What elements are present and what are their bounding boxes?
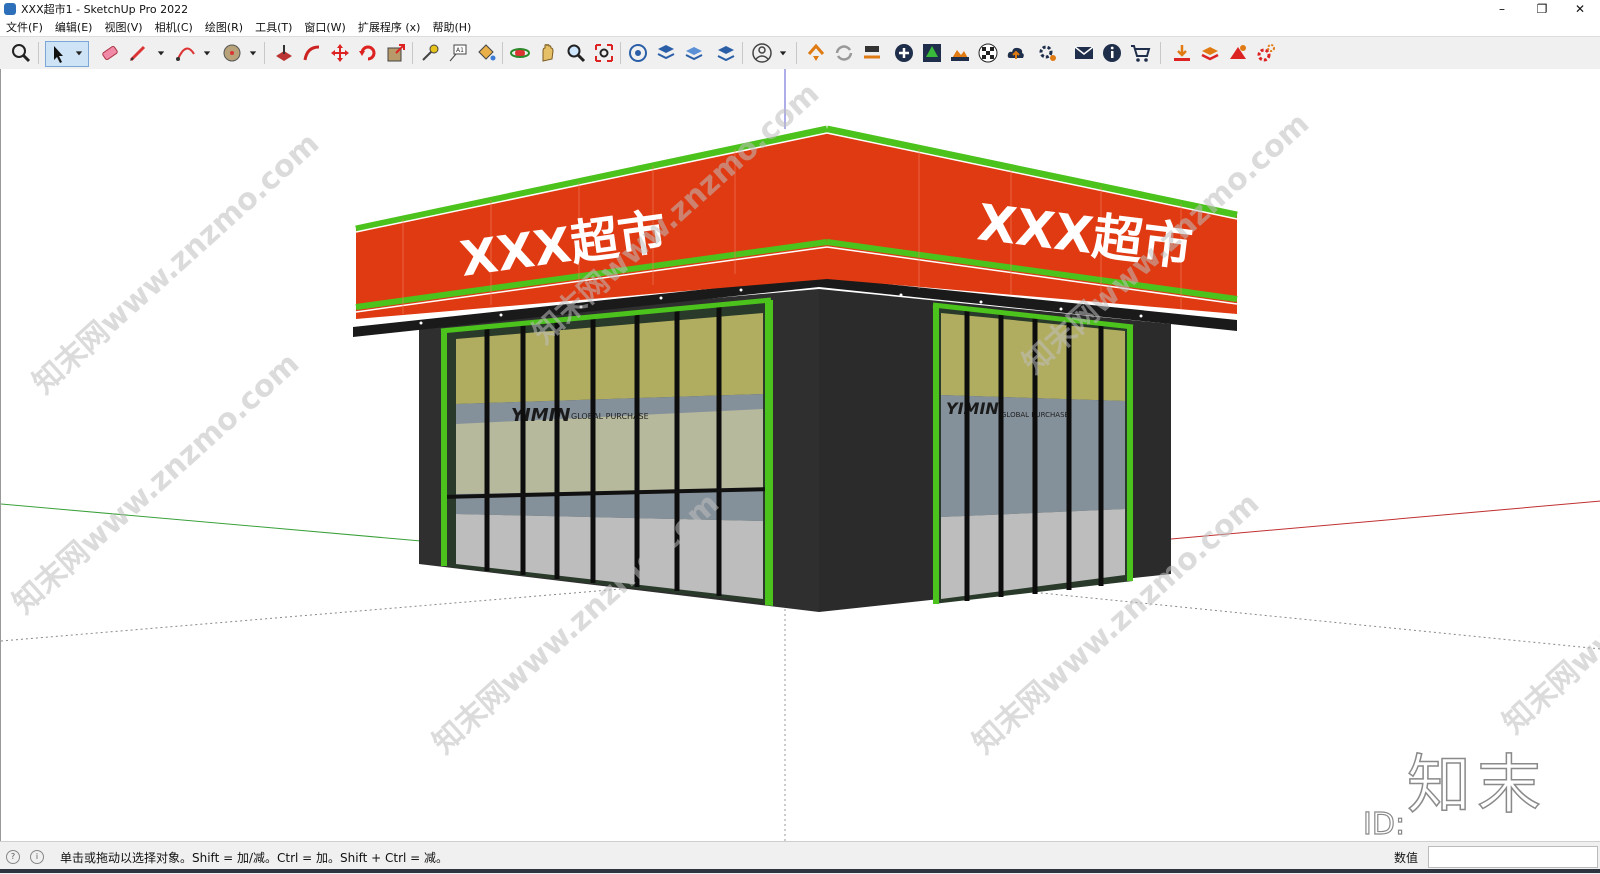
push-pull-icon[interactable] <box>272 41 296 65</box>
zoom-extents-icon[interactable] <box>592 41 616 65</box>
store-brand-text-right: YIMIN <box>946 399 999 418</box>
window-title: XXX超市1 - SketchUp Pro 2022 <box>21 3 189 16</box>
menu-view[interactable]: 视图(V) <box>98 19 148 35</box>
measurements-label: 数值 <box>1394 851 1419 865</box>
gear-icon[interactable] <box>1036 41 1060 65</box>
scale-icon[interactable] <box>384 41 408 65</box>
title-bar: XXX超市1 - SketchUp Pro 2022 – ❐ ✕ <box>0 0 1600 18</box>
menu-camera[interactable]: 相机(C) <box>149 19 199 35</box>
rotate-icon[interactable] <box>356 41 380 65</box>
geo-location-icon[interactable]: ? <box>6 850 20 864</box>
main-toolbar: A1 <box>0 36 1600 70</box>
warehouse-icon[interactable] <box>626 41 650 65</box>
info-icon[interactable] <box>1100 41 1124 65</box>
info-status-icon[interactable]: i <box>30 850 44 864</box>
menu-file[interactable]: 文件(F) <box>0 19 49 35</box>
mail-icon[interactable] <box>1072 41 1096 65</box>
add-circle-icon[interactable] <box>892 41 916 65</box>
tape-measure-icon[interactable] <box>418 41 442 65</box>
plugin-export-icon[interactable] <box>804 41 828 65</box>
cloud-upload-icon[interactable] <box>1004 41 1028 65</box>
restore-button[interactable]: ❐ <box>1522 0 1562 18</box>
stack-icon[interactable] <box>1198 41 1222 65</box>
render-icon[interactable] <box>1226 41 1250 65</box>
menu-help[interactable]: 帮助(H) <box>426 19 477 35</box>
sketchup-app-icon <box>4 3 16 15</box>
pan-icon[interactable] <box>536 41 560 65</box>
terrain-icon[interactable] <box>948 41 972 65</box>
measurements-input[interactable] <box>1428 846 1598 868</box>
checker-icon[interactable] <box>976 41 1000 65</box>
arc-icon[interactable] <box>174 41 198 65</box>
cart-icon[interactable] <box>1128 41 1152 65</box>
follow-me-icon[interactable] <box>300 41 324 65</box>
chevron-down-icon[interactable] <box>248 41 258 65</box>
menu-draw[interactable]: 绘图(R) <box>199 19 249 35</box>
chevron-down-icon[interactable] <box>156 41 166 65</box>
pencil-icon[interactable] <box>126 41 150 65</box>
svg-text:A1: A1 <box>456 47 464 54</box>
paint-bucket-icon[interactable] <box>474 41 498 65</box>
zoom-icon[interactable] <box>564 41 588 65</box>
menu-edit[interactable]: 编辑(E) <box>49 19 99 35</box>
menu-window[interactable]: 窗口(W) <box>298 19 351 35</box>
image-id-label: ID: 1179217939 <box>1362 806 1406 841</box>
orbit-icon[interactable] <box>508 41 532 65</box>
shape-icon[interactable] <box>220 41 244 65</box>
account-icon[interactable] <box>750 41 774 65</box>
extension-warehouse-icon[interactable] <box>654 41 678 65</box>
settings-gear-icon[interactable] <box>1254 41 1278 65</box>
store-brand-text: YIMIN <box>511 405 570 426</box>
move-icon[interactable] <box>328 41 352 65</box>
taskbar-strip <box>0 869 1600 873</box>
text-tool-icon[interactable]: A1 <box>446 41 470 65</box>
extension-manager-icon[interactable] <box>714 41 738 65</box>
swap-icon[interactable] <box>860 41 884 65</box>
download-icon[interactable] <box>1170 41 1194 65</box>
tree-icon[interactable] <box>920 41 944 65</box>
minimize-button[interactable]: – <box>1482 0 1522 18</box>
menu-tools[interactable]: 工具(T) <box>249 19 298 35</box>
close-button[interactable]: ✕ <box>1560 0 1600 18</box>
menu-bar: 文件(F) 编辑(E) 视图(V) 相机(C) 绘图(R) 工具(T) 窗口(W… <box>0 18 1600 36</box>
menu-extensions[interactable]: 扩展程序 (x) <box>352 19 427 35</box>
model-viewport[interactable]: YIMIN GLOBAL PURCHASE YIMIN GLOBAL PURCH… <box>0 69 1600 841</box>
refresh-icon[interactable] <box>832 41 856 65</box>
status-message: 单击或拖动以选择对象。Shift = 加/减。Ctrl = 加。Shift + … <box>60 851 449 865</box>
eraser-icon[interactable] <box>98 41 122 65</box>
layers-icon[interactable] <box>682 41 706 65</box>
search-icon[interactable] <box>9 41 33 65</box>
chevron-down-icon[interactable] <box>778 41 788 65</box>
chevron-down-icon[interactable] <box>202 41 212 65</box>
chevron-down-icon[interactable] <box>74 41 84 65</box>
